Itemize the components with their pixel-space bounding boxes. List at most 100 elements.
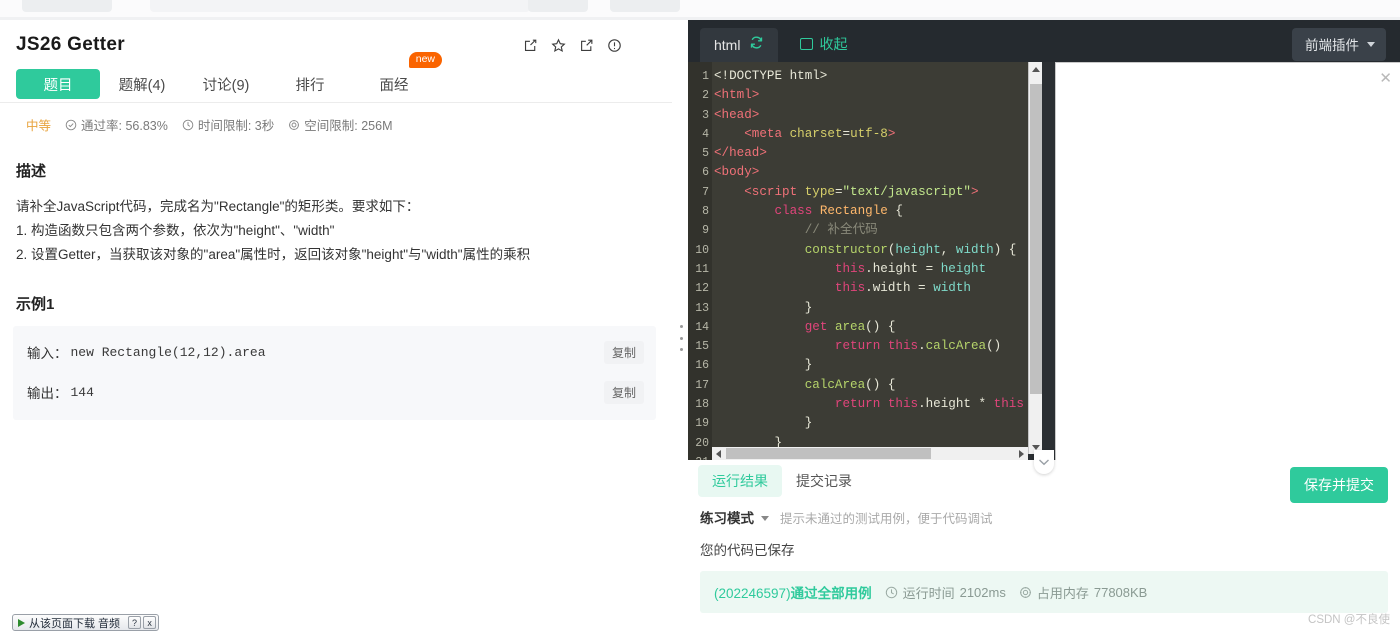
download-bar-main[interactable]: 从该页面下载 音频 [15,615,126,631]
line-number: 20 [695,436,709,450]
line-number: 8 [702,205,709,219]
runtime-value: 2102ms [959,584,1006,600]
collapse-button[interactable]: 收起 [800,34,847,54]
sample-output-row: 输出： 144 复制 [13,378,656,406]
description-body: 请补全JavaScript代码，完成名为"Rectangle"的矩形类。要求如下… [0,181,672,267]
line-number: 17 [695,378,709,392]
code-line: calcArea() { [804,377,896,392]
header-icon-group [523,34,652,53]
line-number: 9 [702,224,709,238]
tab-讨论[interactable]: 讨论(9) [184,69,268,99]
scroll-right-arrow[interactable] [1015,447,1028,460]
pass-rate-label: 通过率: 56.83% [81,119,168,133]
code-editor[interactable]: 123456789101112131415161718192021 <!DOCT… [688,62,1028,477]
description-line: 1. 构造函数只包含两个参数，依次为"height"、"width" [16,223,335,238]
code-line: get area() { [804,319,896,334]
result-status[interactable]: (202246597)通过全部用例 [714,582,872,602]
line-number: 16 [695,359,709,373]
tabs-divider [0,102,672,103]
browser-tab-ghost-3 [528,0,588,12]
time-limit-label: 时间限制: 3秒 [197,119,275,133]
code-line: class Rectangle { [774,204,903,219]
help-icon[interactable]: ? [128,616,142,629]
scroll-up-arrow[interactable] [1029,62,1042,76]
panel-resize-handle[interactable] [677,325,685,351]
difficulty-label: 中等 [26,119,52,133]
tab-面经[interactable]: 面经 [352,69,436,99]
practice-mode-row[interactable]: 练习模式 提示未通过的测试用例，便于代码调试 [688,502,1400,527]
code-line: <!DOCTYPE html> [714,69,828,83]
time-limit-item: 时间限制: 3秒 [182,115,274,134]
code-content[interactable]: <!DOCTYPE html> <html> <head> <meta charse… [714,67,1028,477]
browser-chrome-strip [0,0,1400,20]
hscroll-thumb[interactable] [726,448,931,459]
close-icon[interactable]: x [143,616,157,629]
code-line: // 补全代码 [804,223,878,238]
page-title: JS26 Getter [16,34,125,55]
sample-box: 输入： new Rectangle(12,12).area 复制 输出： 144… [13,326,656,420]
editor-toolbar: html 收起 前端插件 [688,20,1400,62]
collapse-icon [800,38,814,50]
editor-collapse-toggle[interactable] [1034,450,1054,474]
line-number: 5 [702,147,709,161]
language-chip[interactable]: html [700,28,779,62]
watermark: CSDN @不良使 [1308,614,1390,626]
code-line: } [714,416,813,431]
copy-output-button[interactable]: 复制 [603,380,644,404]
code-line: <body> [714,165,760,180]
pass-rate-item: 通过率: 56.83% [65,115,168,134]
line-number: 13 [695,301,709,315]
plugin-dropdown[interactable]: 前端插件 [1292,28,1386,61]
line-number: 14 [695,320,709,334]
description-line: 请补全JavaScript代码，完成名为"Rectangle"的矩形类。要求如下… [16,199,420,214]
editor-vertical-scrollbar[interactable] [1028,62,1042,454]
code-line: <head> [714,107,760,122]
line-number: 4 [702,127,709,141]
description-heading: 描述 [16,163,47,180]
line-number-gutter: 123456789101112131415161718192021 [688,62,712,477]
space-limit-label: 空间限制: 256M [304,119,393,133]
memory-value: 77808KB [1093,584,1148,600]
description-line: 2. 设置Getter，当获取该对象的"area"属性时，返回该对象"heigh… [16,247,531,262]
problem-header: JS26 Getter [0,20,672,56]
line-number: 2 [702,89,709,103]
tab-题目[interactable]: 题目 [16,69,100,99]
tab-排行[interactable]: 排行 [268,69,352,99]
code-line: this.height = height [834,261,987,276]
save-and-submit-button[interactable]: 保存并提交 [1290,467,1388,503]
app-root: JS26 Getter 题目 题解(4) 讨论(9) 排行 面经 new 中等 … [0,0,1400,631]
chevron-down-icon [1367,41,1375,47]
code-line: return this.height * this [834,397,1024,412]
close-icon[interactable]: ✕ [1379,69,1392,87]
scroll-left-arrow[interactable] [712,447,725,460]
code-line: this.width = width [834,281,971,296]
refresh-icon[interactable] [749,35,764,55]
line-number: 3 [702,108,709,122]
code-line: } [714,300,813,315]
tab-run-result[interactable]: 运行结果 [698,465,782,497]
play-icon [18,618,25,627]
chevron-down-icon[interactable] [761,515,769,521]
line-number: 7 [702,185,709,199]
star-icon[interactable] [551,38,566,53]
code-line: } [714,358,813,373]
result-summary-box: (202246597)通过全部用例 运行时间 2102ms 占用内存 77808… [700,571,1388,613]
browser-tab-ghost-1 [22,0,112,12]
line-number: 12 [695,282,709,296]
copy-input-button[interactable]: 复制 [603,340,644,364]
saved-status-text: 您的代码已保存 [700,543,795,558]
line-number: 10 [695,243,709,257]
sample-input-row: 输入： new Rectangle(12,12).area 复制 [13,338,656,366]
new-badge: new [408,52,442,68]
memory-metric: 占用内存 77808KB [1019,583,1148,602]
edit-icon[interactable] [523,38,538,53]
info-icon[interactable] [607,38,622,53]
tab-submission-history[interactable]: 提交记录 [782,465,866,497]
tab-题解[interactable]: 题解(4) [100,69,184,99]
share-icon[interactable] [579,38,594,53]
practice-mode-hint: 提示未通过的测试用例，便于代码调试 [780,511,993,526]
line-number: 1 [702,70,709,83]
editor-horizontal-scrollbar[interactable] [712,447,1028,460]
download-bar[interactable]: 从该页面下载 音频 ? x [12,614,160,631]
vscroll-thumb[interactable] [1030,84,1042,394]
